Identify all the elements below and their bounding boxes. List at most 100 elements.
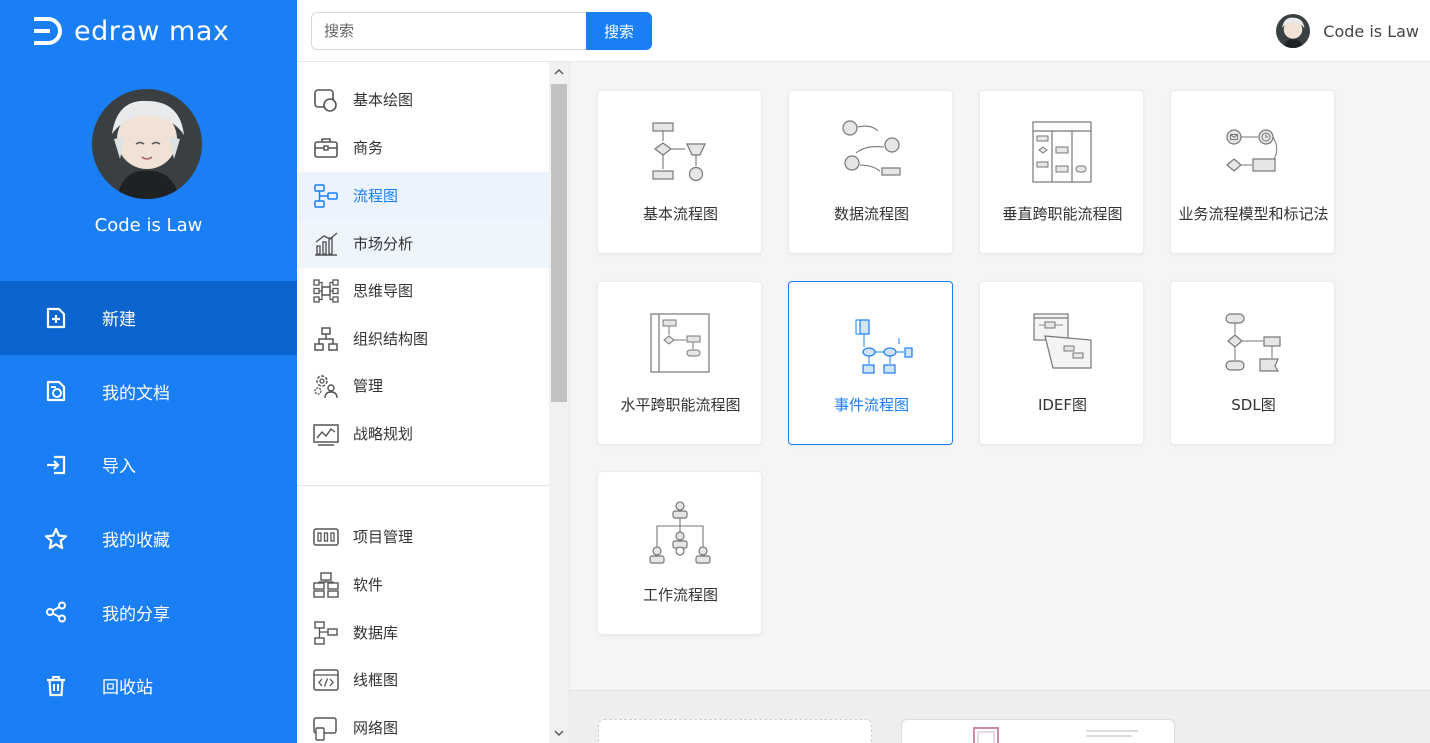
- category-label: 项目管理: [353, 528, 414, 547]
- template-label: IDEF图: [1037, 396, 1088, 414]
- template-card-workflow[interactable]: 工作流程图: [597, 471, 762, 635]
- category-flowchart[interactable]: 流程图: [297, 172, 549, 220]
- template-card-sdl[interactable]: SDL图: [1170, 281, 1335, 445]
- vertical-swimlane-thumbnail-icon: [1032, 121, 1092, 183]
- sidebar-username: Code is Law: [94, 215, 203, 236]
- nav-item-import[interactable]: 导入: [0, 428, 297, 502]
- category-label: 商务: [353, 139, 384, 158]
- nav-label: 新建: [102, 310, 136, 331]
- nav-item-new[interactable]: 新建: [0, 281, 297, 355]
- nav-item-my-documents[interactable]: 我的文档: [0, 355, 297, 429]
- template-card-basic-flowchart[interactable]: 基本流程图: [597, 90, 762, 254]
- nav-label: 我的文档: [102, 383, 170, 404]
- category-label: 流程图: [353, 187, 399, 206]
- new-file-icon: [44, 306, 68, 330]
- logo-text: edraw max: [74, 15, 230, 47]
- category-software[interactable]: 软件: [297, 561, 549, 609]
- template-card-idef[interactable]: IDEF图: [979, 281, 1144, 445]
- app-logo[interactable]: edraw max: [30, 14, 229, 48]
- category-panel: 基本绘图 商务 流程图 市场分析 思维导图 组织结构图 管理 战略规划 项目管理…: [297, 62, 570, 743]
- template-card-data-flowchart[interactable]: 数据流程图: [788, 90, 953, 254]
- template-label: 工作流程图: [642, 586, 718, 604]
- template-card-bpmn[interactable]: 业务流程模型和标记法: [1170, 90, 1335, 254]
- idef-thumbnail-icon: [1033, 313, 1092, 369]
- import-icon: [44, 453, 68, 477]
- category-label: 线框图: [353, 671, 399, 690]
- avatar-image: [1276, 14, 1311, 48]
- star-icon: [44, 527, 68, 551]
- scroll-down-arrow-icon[interactable]: [549, 723, 569, 743]
- nav-item-shares[interactable]: 我的分享: [0, 575, 297, 649]
- user-name: Code is Law: [1323, 21, 1419, 41]
- search-bar: 搜索: [311, 12, 652, 50]
- template-card-horizontal-cross-functional[interactable]: 水平跨职能流程图: [597, 281, 762, 445]
- category-database[interactable]: 数据库: [297, 609, 549, 657]
- category-wireframe[interactable]: 线框图: [297, 656, 549, 704]
- template-preview-card[interactable]: [901, 719, 1175, 743]
- sdl-thumbnail-icon: [1225, 313, 1281, 372]
- template-label: 垂直跨职能流程图: [1002, 205, 1123, 223]
- template-label: 数据流程图: [833, 205, 909, 223]
- category-label: 市场分析: [353, 235, 414, 254]
- sidebar: edraw max Code is Law 新建 我的文档 导入 我的收藏 我的…: [0, 0, 297, 743]
- recent-templates-strip: [570, 690, 1430, 743]
- basic-shapes-icon: [313, 87, 339, 113]
- network-icon: [313, 715, 339, 741]
- nav-label: 回收站: [102, 678, 153, 699]
- category-scrollbar[interactable]: [549, 62, 569, 743]
- event-flowchart-thumbnail-icon: [855, 319, 913, 374]
- template-label: 业务流程模型和标记法: [1178, 205, 1329, 223]
- gears-person-icon: [313, 373, 339, 399]
- category-management[interactable]: 管理: [297, 362, 549, 410]
- basic-flowchart-thumbnail-icon: [652, 122, 706, 182]
- category-label: 软件: [353, 576, 384, 595]
- briefcase-icon: [313, 135, 339, 161]
- bar-chart-icon: [313, 231, 339, 257]
- category-org-chart[interactable]: 组织结构图: [297, 315, 549, 363]
- horizontal-swimlane-thumbnail-icon: [650, 313, 710, 373]
- template-grid: 基本流程图 数据流程图 垂直跨职能流程图 业务流程模型和标记法 水平跨职能流程图…: [570, 62, 1430, 690]
- template-preview-thumbnail-icon: [973, 727, 1138, 743]
- category-business[interactable]: 商务: [297, 124, 549, 172]
- avatar[interactable]: [1276, 14, 1311, 48]
- search-input[interactable]: [311, 12, 586, 50]
- edraw-logo-icon: [34, 17, 62, 45]
- documents-icon: [44, 379, 68, 403]
- template-card-vertical-cross-functional[interactable]: 垂直跨职能流程图: [979, 90, 1144, 254]
- template-card-event-flowchart[interactable]: 事件流程图: [788, 281, 953, 445]
- nav-label: 我的分享: [102, 604, 170, 625]
- scroll-thumb[interactable]: [551, 84, 567, 402]
- template-label: SDL图: [1231, 396, 1276, 414]
- template-label: 水平跨职能流程图: [620, 396, 741, 414]
- search-button[interactable]: 搜索: [586, 12, 652, 50]
- workflow-thumbnail-icon: [649, 501, 711, 564]
- nav-label: 导入: [102, 457, 136, 478]
- category-mindmap[interactable]: 思维导图: [297, 267, 549, 315]
- scroll-up-arrow-icon[interactable]: [549, 62, 569, 82]
- main-nav: 新建 我的文档 导入 我的收藏 我的分享 回收站: [0, 281, 297, 723]
- category-basic-drawing[interactable]: 基本绘图: [297, 76, 549, 124]
- category-strategy[interactable]: 战略规划: [297, 410, 549, 458]
- template-label: 基本流程图: [642, 205, 718, 223]
- avatar-image: [92, 89, 202, 199]
- project-icon: [313, 524, 339, 550]
- category-project-management[interactable]: 项目管理: [297, 513, 549, 561]
- category-divider: [297, 485, 549, 486]
- category-network[interactable]: 网络图: [297, 704, 549, 743]
- category-market-analysis[interactable]: 市场分析: [297, 220, 549, 268]
- category-label: 数据库: [353, 624, 399, 643]
- user-menu[interactable]: Code is Law: [1276, 14, 1419, 48]
- top-bar: 搜索 Code is Law: [297, 0, 1430, 62]
- line-chart-icon: [313, 421, 339, 447]
- bpmn-thumbnail-icon: [1226, 129, 1278, 172]
- mindmap-icon: [313, 278, 339, 304]
- nav-label: 我的收藏: [102, 531, 170, 552]
- nav-item-trash[interactable]: 回收站: [0, 649, 297, 723]
- category-label: 战略规划: [353, 425, 414, 444]
- wireframe-icon: [313, 667, 339, 693]
- category-label: 思维导图: [353, 282, 414, 301]
- org-chart-icon: [313, 326, 339, 352]
- blank-template-card[interactable]: [598, 719, 872, 743]
- avatar[interactable]: [92, 89, 202, 199]
- nav-item-favorites[interactable]: 我的收藏: [0, 502, 297, 576]
